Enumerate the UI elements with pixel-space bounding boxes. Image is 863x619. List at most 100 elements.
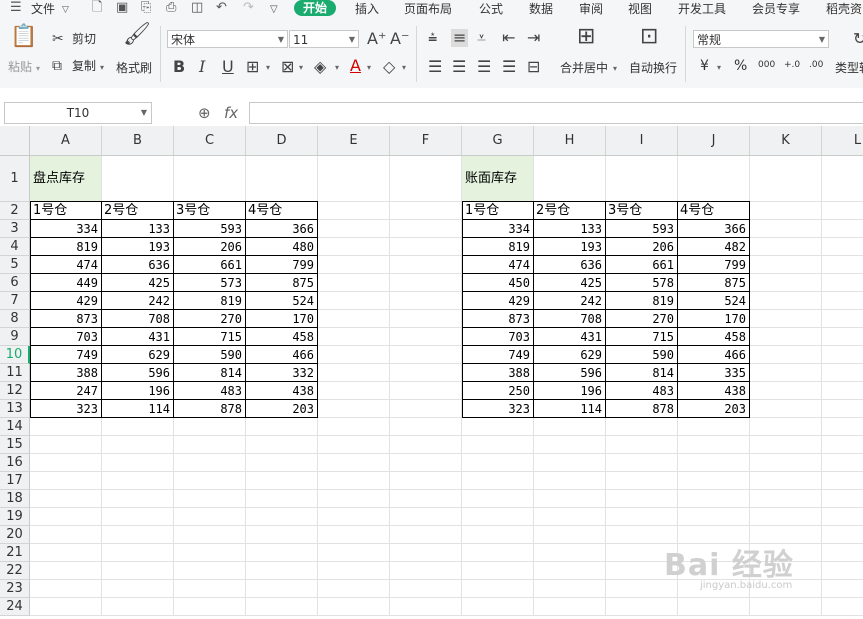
wrap-text-button[interactable]: 自动换行 — [629, 61, 677, 75]
row-header-7[interactable]: 7 — [0, 292, 30, 310]
column-header-a[interactable]: A — [30, 126, 102, 156]
decrease-decimal-icon[interactable]: .00 — [809, 58, 823, 72]
cell[interactable] — [822, 526, 863, 544]
cell[interactable] — [30, 544, 102, 562]
table-data-cell[interactable]: 450 — [462, 273, 534, 292]
row-header-23[interactable]: 23 — [0, 580, 30, 598]
cell[interactable] — [318, 328, 390, 346]
table-data-cell[interactable]: 703 — [462, 327, 534, 346]
cell[interactable] — [174, 156, 246, 202]
cell[interactable] — [30, 418, 102, 436]
cell[interactable] — [318, 562, 390, 580]
table-data-cell[interactable]: 203 — [245, 399, 318, 418]
cell[interactable] — [534, 544, 606, 562]
cell[interactable] — [318, 238, 390, 256]
table-header-cell[interactable]: 2号仓 — [533, 201, 606, 220]
cell[interactable] — [318, 310, 390, 328]
cell[interactable] — [750, 220, 822, 238]
border-style-dropdown-icon[interactable]: ▾ — [299, 61, 303, 75]
justify-icon[interactable]: ☰ — [502, 58, 516, 76]
cell[interactable] — [678, 436, 750, 454]
table-data-cell[interactable]: 596 — [533, 363, 606, 382]
table-data-cell[interactable]: 878 — [173, 399, 246, 418]
cell[interactable] — [678, 598, 750, 616]
cell[interactable] — [822, 436, 863, 454]
paste-button[interactable]: 粘贴 — [8, 60, 32, 74]
table-data-cell[interactable]: 170 — [677, 309, 750, 328]
cell[interactable] — [174, 490, 246, 508]
table-data-cell[interactable]: 873 — [462, 309, 534, 328]
cell[interactable] — [318, 436, 390, 454]
cell[interactable] — [174, 508, 246, 526]
tab-home[interactable]: 开始 — [294, 0, 337, 16]
cell[interactable] — [606, 436, 678, 454]
table-data-cell[interactable]: 449 — [30, 273, 102, 292]
cell[interactable] — [102, 454, 174, 472]
cell[interactable] — [390, 274, 462, 292]
cell[interactable] — [822, 310, 863, 328]
table-data-cell[interactable]: 466 — [245, 345, 318, 364]
table-title[interactable]: 盘点库存 — [30, 156, 102, 202]
percent-button[interactable]: % — [734, 59, 747, 73]
cell[interactable] — [390, 346, 462, 364]
column-header-g[interactable]: G — [462, 126, 534, 156]
fill-color-icon[interactable]: ◈ — [314, 58, 326, 76]
table-data-cell[interactable]: 480 — [245, 237, 318, 256]
cell[interactable] — [750, 418, 822, 436]
cell[interactable] — [318, 544, 390, 562]
cell[interactable] — [318, 472, 390, 490]
cell[interactable] — [102, 580, 174, 598]
row-header-9[interactable]: 9 — [0, 328, 30, 346]
cell[interactable] — [822, 544, 863, 562]
tab-member[interactable]: 会员专享 — [752, 1, 800, 17]
cell[interactable] — [246, 436, 318, 454]
cell[interactable] — [390, 526, 462, 544]
paste-icon[interactable]: 📋 — [10, 26, 37, 48]
cell[interactable] — [246, 598, 318, 616]
cell[interactable] — [318, 418, 390, 436]
cell[interactable] — [318, 598, 390, 616]
cell[interactable] — [390, 156, 462, 202]
table-header-cell[interactable]: 1号仓 — [462, 201, 534, 220]
cell[interactable] — [462, 598, 534, 616]
cut-button[interactable]: 剪切 — [72, 32, 96, 46]
cell[interactable] — [750, 490, 822, 508]
cell[interactable] — [246, 508, 318, 526]
table-data-cell[interactable]: 799 — [245, 255, 318, 274]
cell[interactable] — [750, 508, 822, 526]
table-data-cell[interactable]: 749 — [30, 345, 102, 364]
tab-view[interactable]: 视图 — [628, 1, 652, 17]
cell[interactable] — [750, 598, 822, 616]
column-header-e[interactable]: E — [318, 126, 390, 156]
font-color-icon[interactable]: A — [350, 57, 361, 75]
table-data-cell[interactable]: 334 — [462, 219, 534, 238]
cell[interactable] — [822, 238, 863, 256]
cell[interactable] — [534, 436, 606, 454]
paste-dropdown-icon[interactable]: ▾ — [36, 62, 40, 76]
cell[interactable] — [822, 292, 863, 310]
cell[interactable] — [462, 508, 534, 526]
column-header-c[interactable]: C — [174, 126, 246, 156]
row-header-15[interactable]: 15 — [0, 436, 30, 454]
table-header-cell[interactable]: 3号仓 — [173, 201, 246, 220]
table-data-cell[interactable]: 270 — [173, 309, 246, 328]
new-file-icon[interactable]: 🗋 — [92, 0, 102, 16]
cell[interactable] — [606, 472, 678, 490]
cell[interactable] — [822, 400, 863, 418]
table-data-cell[interactable]: 708 — [533, 309, 606, 328]
table-data-cell[interactable]: 873 — [30, 309, 102, 328]
cell[interactable] — [750, 400, 822, 418]
row-header-8[interactable]: 8 — [0, 310, 30, 328]
insert-function-icon[interactable]: fx — [224, 104, 238, 122]
cell[interactable] — [102, 544, 174, 562]
table-header-cell[interactable]: 4号仓 — [245, 201, 318, 220]
cell[interactable] — [390, 418, 462, 436]
align-middle-icon[interactable]: ≡ — [451, 29, 469, 47]
row-header-22[interactable]: 22 — [0, 562, 30, 580]
cell[interactable] — [390, 580, 462, 598]
cell[interactable] — [822, 256, 863, 274]
table-data-cell[interactable]: 814 — [605, 363, 678, 382]
cell[interactable] — [534, 580, 606, 598]
table-data-cell[interactable]: 593 — [605, 219, 678, 238]
cell[interactable] — [822, 346, 863, 364]
